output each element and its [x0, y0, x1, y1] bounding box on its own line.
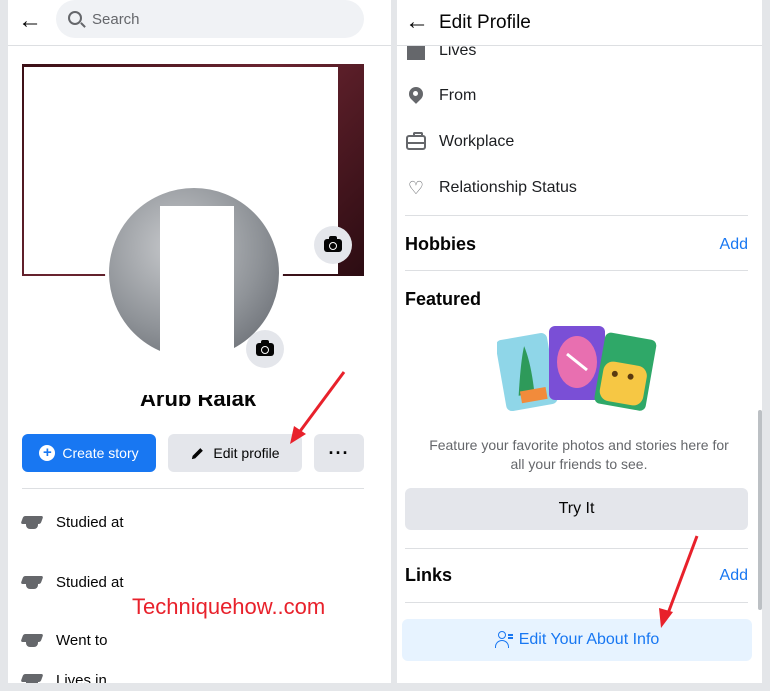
- graduation-cap-icon: [20, 574, 44, 590]
- detail-row-workplace[interactable]: Workplace: [405, 129, 514, 155]
- edit-profile-panel: Lives ← Edit Profile From Workplace ♡ Re…: [397, 0, 762, 683]
- avatar-camera-button[interactable]: [246, 330, 284, 368]
- info-row: Lives in: [20, 668, 107, 683]
- featured-description: Feature your favorite photos and stories…: [429, 437, 729, 472]
- info-row: Studied at: [20, 570, 124, 594]
- page-title: Edit Profile: [439, 12, 531, 33]
- divider: [405, 215, 748, 216]
- edit-about-info-label: Edit Your About Info: [518, 631, 660, 648]
- detail-row-from[interactable]: From: [405, 83, 476, 109]
- home-icon: [20, 672, 44, 683]
- divider: [22, 488, 364, 489]
- divider: [405, 270, 748, 271]
- camera-icon: [256, 339, 274, 356]
- info-row: Went to: [20, 628, 107, 652]
- back-arrow-icon[interactable]: ←: [405, 10, 429, 34]
- create-story-label: Create story: [62, 445, 139, 461]
- back-arrow-icon[interactable]: ←: [18, 9, 42, 33]
- hobbies-add-link[interactable]: Add: [720, 236, 748, 254]
- watermark: Techniquehow..com: [132, 594, 326, 619]
- top-bar: ← Edit Profile: [397, 0, 762, 46]
- home-icon: [407, 46, 425, 60]
- hobbies-title: Hobbies: [405, 234, 477, 254]
- links-add-link[interactable]: Add: [720, 567, 748, 585]
- links-title: Links: [405, 565, 453, 585]
- featured-title: Featured: [405, 289, 482, 309]
- profile-panel: ← Search Arub Ralak + Create story Edit …: [8, 0, 391, 683]
- featured-illustration: [497, 326, 657, 412]
- edit-profile-label: Edit profile: [213, 445, 280, 461]
- detail-row-relationship[interactable]: ♡ Relationship Status: [405, 175, 577, 201]
- graduation-cap-icon: [20, 514, 44, 530]
- briefcase-icon: [406, 131, 426, 150]
- search-input[interactable]: Search: [56, 0, 364, 38]
- pencil-icon: [192, 447, 204, 459]
- person-icon: [494, 631, 513, 649]
- more-icon: ···: [328, 443, 350, 463]
- scrollbar[interactable]: [758, 410, 762, 610]
- red-arrow-annotation: [659, 535, 699, 628]
- top-bar: ← Search: [8, 0, 391, 46]
- profile-name: Arub Ralak: [140, 395, 257, 409]
- cover-camera-button[interactable]: [314, 226, 352, 264]
- camera-icon: [324, 235, 342, 252]
- search-placeholder: Search: [92, 11, 140, 28]
- location-pin-icon: [409, 87, 423, 105]
- red-arrow-annotation: [290, 371, 346, 444]
- create-story-button[interactable]: + Create story: [22, 434, 156, 472]
- try-it-button[interactable]: Try It: [405, 488, 748, 530]
- search-icon: [68, 11, 82, 25]
- hearts-icon: ♡: [407, 178, 425, 198]
- avatar-redaction: [160, 206, 234, 364]
- graduation-cap-icon: [20, 632, 44, 648]
- plus-icon: +: [39, 445, 56, 461]
- info-row: Studied at: [20, 510, 124, 534]
